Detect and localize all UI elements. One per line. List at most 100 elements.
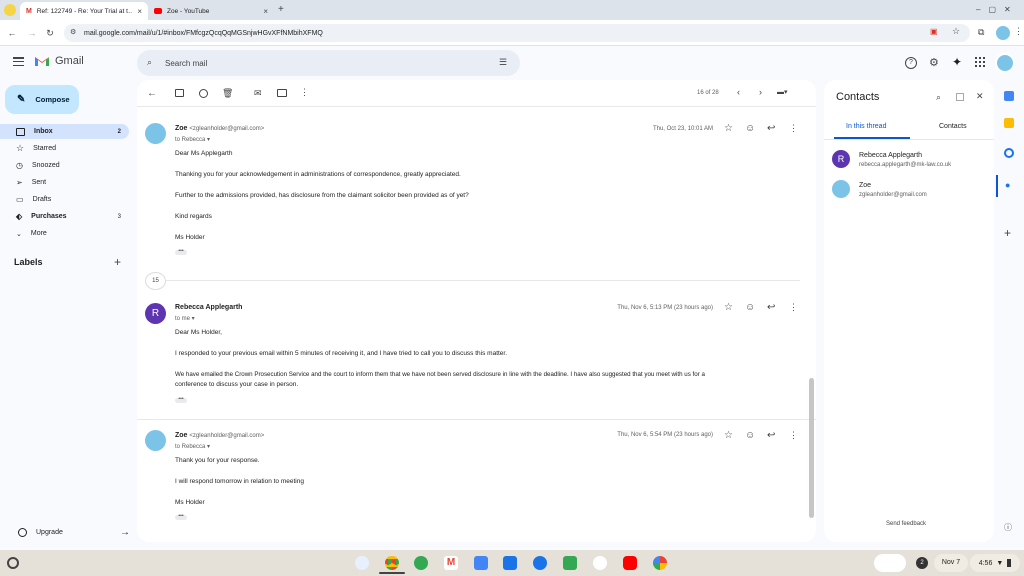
cast-icon[interactable]: ▣ bbox=[930, 27, 938, 36]
gemini-icon[interactable]: ✦ bbox=[952, 55, 962, 69]
sidebar-item-drafts[interactable]: ▭ Drafts bbox=[0, 192, 129, 207]
system-tray[interactable]: 4:56 ▼ bbox=[970, 554, 1020, 572]
newer-icon[interactable]: ‹ bbox=[737, 87, 747, 97]
search-options-icon[interactable]: ☰ bbox=[499, 57, 507, 68]
open-in-new-icon[interactable] bbox=[956, 93, 964, 101]
address-bar[interactable]: ⚙ mail.google.com/mail/u/1/#inbox/FMfcgz… bbox=[64, 24, 970, 42]
browser-menu-icon[interactable]: ⋮ bbox=[1014, 26, 1023, 37]
notification-count[interactable]: 2 bbox=[916, 557, 928, 569]
search-icon[interactable]: ⌕ bbox=[147, 57, 152, 68]
collapsed-messages-count[interactable]: 15 bbox=[145, 272, 166, 290]
help-icon[interactable]: ? bbox=[905, 57, 917, 69]
show-trimmed-content[interactable]: ••• bbox=[175, 514, 187, 520]
keep-icon[interactable] bbox=[1004, 118, 1014, 128]
message-more-icon[interactable]: ⋮ bbox=[789, 302, 799, 312]
star-icon[interactable]: ☆ bbox=[724, 430, 734, 441]
tab-contacts[interactable]: Contacts bbox=[939, 123, 967, 130]
contact-name[interactable]: Rebecca Applegarth bbox=[859, 152, 922, 159]
files-app-icon[interactable] bbox=[503, 556, 517, 570]
archive-icon[interactable] bbox=[175, 89, 184, 97]
avatar[interactable] bbox=[145, 430, 166, 451]
account-avatar[interactable] bbox=[995, 53, 1015, 73]
tab-youtube[interactable]: Zoe - YouTube × bbox=[148, 2, 274, 20]
sidebar-item-more[interactable]: ⌄ More bbox=[0, 226, 129, 241]
upgrade-button[interactable]: Upgrade → bbox=[18, 527, 130, 538]
hide-side-panel-icon[interactable]: ⓘ bbox=[1004, 522, 1012, 533]
new-tab-icon[interactable]: + bbox=[278, 4, 284, 15]
add-label-icon[interactable]: + bbox=[114, 255, 121, 269]
main-menu-icon[interactable] bbox=[13, 57, 24, 66]
sidebar-item-snoozed[interactable]: ◷ Snoozed bbox=[0, 158, 129, 173]
send-feedback-link[interactable]: Send feedback bbox=[886, 521, 926, 527]
play-store-icon[interactable] bbox=[593, 556, 607, 570]
sidebar-item-starred[interactable]: ☆ Starred bbox=[0, 141, 129, 156]
site-info-icon[interactable]: ⚙ bbox=[70, 28, 76, 36]
star-icon[interactable]: ☆ bbox=[724, 123, 734, 134]
gmail-logo[interactable]: Gmail bbox=[34, 55, 84, 67]
move-to-icon[interactable] bbox=[277, 89, 287, 97]
sender-name[interactable]: Zoe <zgleanholder@gmail.com> bbox=[175, 125, 264, 132]
tab-gmail[interactable]: M Ref: 122749 - Re: Your Trial at t… × bbox=[20, 2, 148, 20]
avatar[interactable]: R bbox=[832, 150, 850, 168]
back-icon[interactable]: ← bbox=[6, 27, 18, 39]
sidebar-item-sent[interactable]: ➢ Sent bbox=[0, 175, 129, 190]
youtube-app-icon[interactable] bbox=[623, 556, 637, 570]
tab-search-icon[interactable] bbox=[4, 4, 16, 16]
settings-gear-icon[interactable]: ⚙ bbox=[929, 56, 939, 69]
chrome-app-icon[interactable] bbox=[385, 556, 399, 570]
reply-icon[interactable]: ↩ bbox=[767, 123, 777, 134]
extensions-icon[interactable]: ⧉ bbox=[978, 27, 984, 38]
holding-space-icon[interactable] bbox=[874, 554, 906, 572]
search-icon[interactable]: ⌕ bbox=[936, 92, 941, 103]
meet-app-icon[interactable] bbox=[563, 556, 577, 570]
photos-app-icon[interactable] bbox=[653, 556, 667, 570]
tab-in-this-thread[interactable]: In this thread bbox=[846, 123, 886, 130]
recipients-toggle[interactable]: to me ▾ bbox=[175, 315, 195, 322]
show-trimmed-content[interactable]: ••• bbox=[175, 249, 187, 255]
calendar-app-icon[interactable] bbox=[474, 556, 488, 570]
reply-icon[interactable]: ↩ bbox=[767, 302, 777, 313]
close-tab-icon[interactable]: × bbox=[263, 7, 268, 16]
bookmark-star-icon[interactable]: ☆ bbox=[952, 26, 960, 37]
sender-name[interactable]: Rebecca Applegarth bbox=[175, 304, 242, 311]
sender-name[interactable]: Zoe <zgleanholder@gmail.com> bbox=[175, 432, 264, 439]
recipients-toggle[interactable]: to Rebecca ▾ bbox=[175, 443, 210, 450]
input-tools-icon[interactable]: ▬▾ bbox=[777, 88, 795, 98]
tasks-icon[interactable] bbox=[1004, 148, 1014, 158]
delete-icon[interactable]: 🗑 bbox=[222, 88, 233, 98]
avatar[interactable]: R bbox=[145, 303, 166, 324]
compose-button[interactable]: ✎ Compose bbox=[5, 85, 79, 114]
forward-icon[interactable]: → bbox=[26, 27, 38, 39]
close-tab-icon[interactable]: × bbox=[137, 7, 142, 16]
more-options-icon[interactable]: ⋮ bbox=[300, 87, 310, 97]
restore-icon[interactable]: ▢ bbox=[988, 5, 996, 14]
emoji-reaction-icon[interactable]: ☺ bbox=[745, 430, 755, 441]
close-icon[interactable]: ✕ bbox=[976, 91, 984, 102]
gemini-app-icon[interactable] bbox=[355, 556, 369, 570]
scrollbar-thumb[interactable] bbox=[809, 378, 814, 518]
gmail-app-icon[interactable]: M bbox=[444, 556, 458, 570]
emoji-reaction-icon[interactable]: ☺ bbox=[745, 302, 755, 313]
show-trimmed-content[interactable]: ••• bbox=[175, 397, 187, 403]
mark-unread-icon[interactable]: ✉ bbox=[254, 88, 264, 98]
close-window-icon[interactable]: ✕ bbox=[1004, 5, 1011, 14]
back-to-inbox-icon[interactable]: ← bbox=[147, 88, 157, 99]
contacts-icon[interactable]: ● bbox=[1005, 180, 1010, 190]
get-add-ons-icon[interactable]: + bbox=[1004, 226, 1011, 240]
avatar[interactable] bbox=[832, 180, 850, 198]
reload-icon[interactable]: ↻ bbox=[44, 27, 56, 39]
message-more-icon[interactable]: ⋮ bbox=[789, 430, 799, 440]
contact-name[interactable]: Zoe bbox=[859, 182, 871, 189]
message-more-icon[interactable]: ⋮ bbox=[789, 123, 799, 133]
star-icon[interactable]: ☆ bbox=[724, 302, 734, 313]
messages-app-icon[interactable] bbox=[533, 556, 547, 570]
older-icon[interactable]: › bbox=[759, 87, 769, 97]
launcher-icon[interactable] bbox=[7, 557, 19, 569]
report-spam-icon[interactable] bbox=[199, 89, 208, 98]
profile-avatar[interactable] bbox=[996, 26, 1010, 40]
date-display[interactable]: Nov 7 bbox=[934, 554, 968, 572]
apps-grid-icon[interactable] bbox=[975, 57, 985, 67]
sidebar-item-inbox[interactable]: Inbox 2 bbox=[0, 124, 129, 139]
calendar-icon[interactable] bbox=[1004, 91, 1014, 101]
minimize-icon[interactable]: – bbox=[976, 5, 980, 14]
